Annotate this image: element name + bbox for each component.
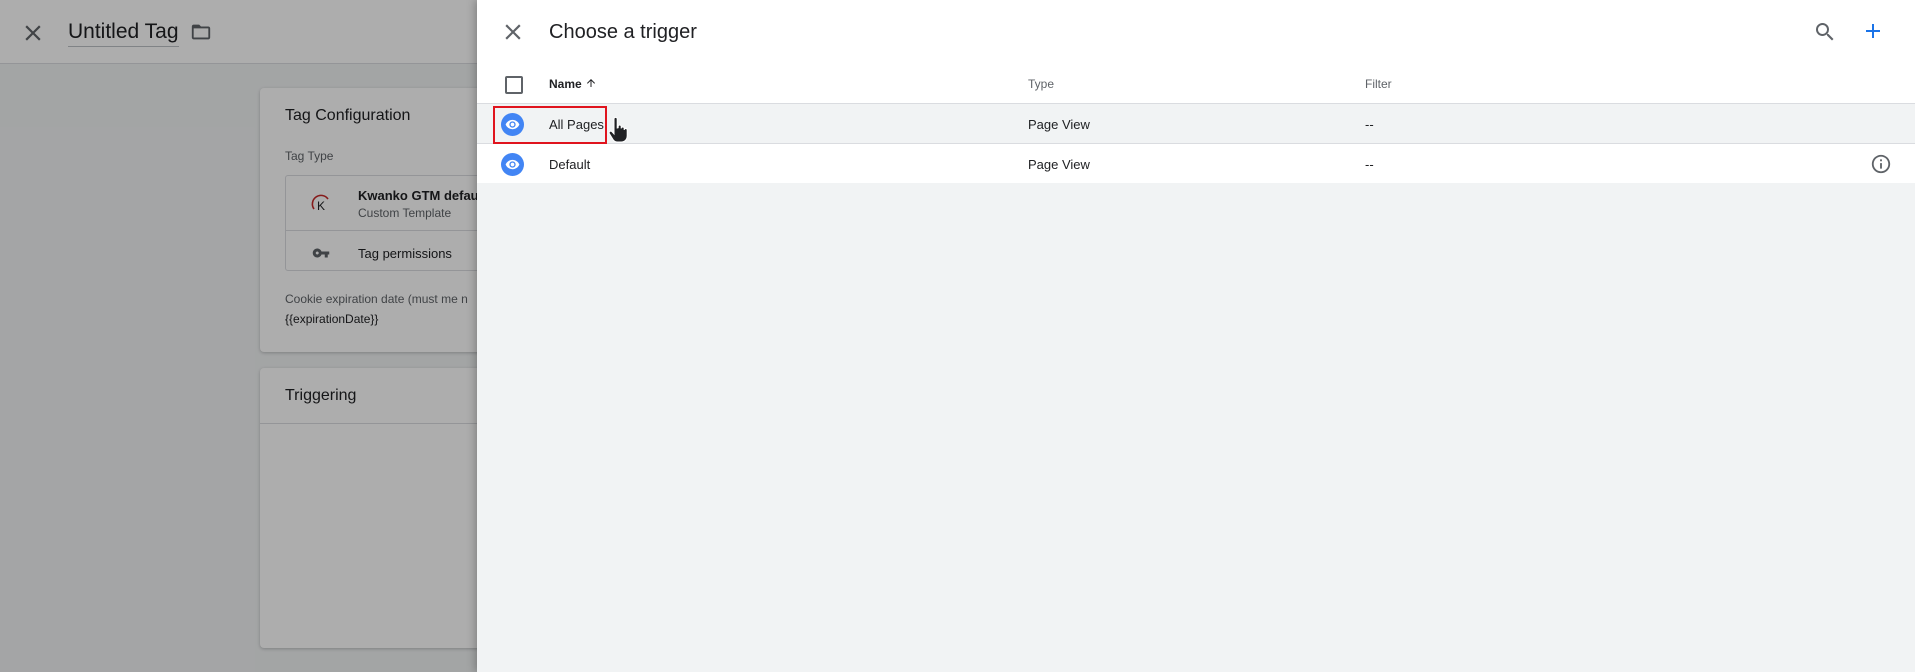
choose-trigger-drawer: Choose a trigger Name Type Filter All Pa…: [477, 0, 1915, 672]
hand-cursor-icon: [608, 116, 628, 143]
close-icon[interactable]: [500, 19, 526, 45]
trigger-filter: --: [1365, 117, 1374, 132]
search-icon[interactable]: [1813, 20, 1837, 44]
arrow-up-icon: [585, 77, 597, 89]
table-row[interactable]: All Pages Page View --: [477, 104, 1915, 144]
column-label: Name: [549, 77, 582, 91]
selection-highlight: [493, 106, 607, 144]
column-header-name[interactable]: Name: [549, 77, 597, 91]
add-icon[interactable]: [1861, 19, 1885, 43]
drawer-empty-area: [477, 183, 1915, 672]
trigger-table: Name Type Filter All Pages Page View -- …: [477, 66, 1915, 184]
eye-icon: [501, 153, 524, 176]
info-icon[interactable]: [1870, 153, 1892, 175]
trigger-type: Page View: [1028, 117, 1090, 132]
drawer-title: Choose a trigger: [549, 21, 697, 43]
column-header-type[interactable]: Type: [1028, 77, 1054, 91]
trigger-name[interactable]: Default: [549, 157, 590, 172]
table-row[interactable]: Default Page View --: [477, 144, 1915, 184]
select-all-checkbox[interactable]: [505, 76, 523, 94]
column-header-filter[interactable]: Filter: [1365, 77, 1392, 91]
table-header: Name Type Filter: [477, 66, 1915, 104]
trigger-type: Page View: [1028, 157, 1090, 172]
drawer-header: Choose a trigger: [477, 0, 1915, 66]
trigger-filter: --: [1365, 157, 1374, 172]
